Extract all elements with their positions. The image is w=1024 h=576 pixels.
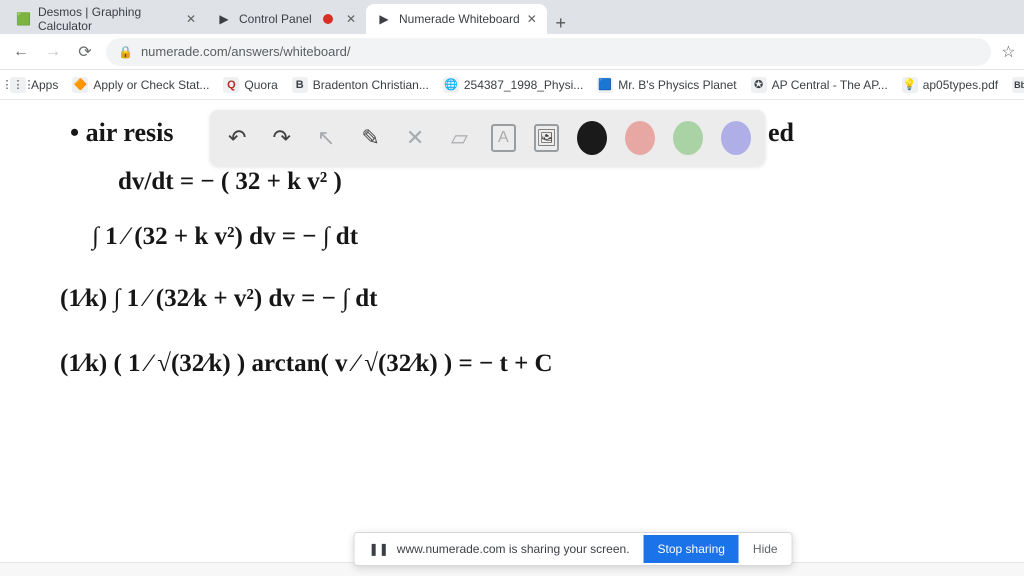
bookmark-favicon: 🌐 [443,77,459,93]
close-icon[interactable]: ✕ [186,12,196,26]
tab-numerade-whiteboard[interactable]: ▶ Numerade Whiteboard ✕ [366,4,547,34]
color-green[interactable] [673,121,703,155]
bookmark-item[interactable]: 🌐254387_1998_Physi... [443,77,583,93]
close-icon[interactable]: ✕ [527,12,537,26]
tab-control-panel[interactable]: ▶ Control Panel ✕ [206,4,366,34]
bookmark-item[interactable]: Bbap review 1.pdf [1012,77,1024,93]
tab-title: Desmos | Graphing Calculator [38,5,179,33]
stop-sharing-button[interactable]: Stop sharing [644,535,739,563]
tab-title: Numerade Whiteboard [399,12,520,26]
forward-button[interactable]: → [42,43,64,61]
tab-desmos[interactable]: 🟩 Desmos | Graphing Calculator ✕ [6,4,206,34]
bookmark-apps[interactable]: ⋮⋮⋮Apps [10,77,58,93]
tab-favicon: ▶ [216,11,232,27]
bookmark-favicon: Q [223,77,239,93]
address-bar[interactable]: 🔒 numerade.com/answers/whiteboard/ [106,38,991,66]
redo-button[interactable]: ↷ [268,123,294,153]
pause-icon: ❚❚ [369,542,389,556]
close-icon[interactable]: ✕ [346,12,356,26]
bookmark-favicon: 🟦 [597,77,613,93]
browser-tab-strip: 🟩 Desmos | Graphing Calculator ✕ ▶ Contr… [0,0,1024,34]
recording-indicator-icon [323,14,333,24]
lock-icon: 🔒 [118,45,133,59]
pointer-tool[interactable]: ↖ [313,123,339,153]
bookmark-favicon: Bb [1012,77,1024,93]
handwriting-line: ∫ 1 ⁄ (32 + k v²) dv = − ∫ dt [92,223,358,251]
eraser-tool[interactable]: ▱ [446,123,472,153]
bookmark-favicon: 🔶 [72,77,88,93]
screen-share-bar: ❚❚ www.numerade.com is sharing your scree… [354,532,793,566]
color-blue[interactable] [721,121,751,155]
handwriting-line: dv/dt = − ( 32 + k v² ) [118,168,342,196]
shapes-tool[interactable]: ✕ [402,123,428,153]
bookmark-item[interactable]: ✪AP Central - The AP... [751,77,888,93]
whiteboard-toolbar: ↶ ↷ ↖ ✎ ✕ ▱ A 🖼 [210,110,765,166]
bookmark-favicon: 💡 [902,77,918,93]
apps-icon: ⋮⋮⋮ [10,77,26,93]
handwriting-line: • air resis [70,118,173,148]
handwriting-line: (1⁄k) ∫ 1 ⁄ (32⁄k + v²) dv = − ∫ dt [60,285,377,313]
tab-favicon: 🟩 [16,11,31,27]
handwriting-line: ed [768,118,794,148]
bookmark-item[interactable]: BBradenton Christian... [292,77,429,93]
color-black[interactable] [577,121,607,155]
new-tab-button[interactable]: + [547,13,575,34]
tab-favicon: ▶ [376,11,392,27]
bookmark-item[interactable]: 💡ap05types.pdf [902,77,998,93]
handwriting-line: (1⁄k) ( 1 ⁄ √(32⁄k) ) arctan( v ⁄ √(32⁄k… [60,350,553,378]
pen-tool[interactable]: ✎ [357,123,383,153]
share-message: www.numerade.com is sharing your screen. [397,542,630,556]
bookmark-item[interactable]: QQuora [223,77,277,93]
bookmarks-bar: ⋮⋮⋮Apps 🔶Apply or Check Stat... QQuora B… [0,70,1024,100]
bookmark-favicon: B [292,77,308,93]
browser-toolbar: ← → ⟳ 🔒 numerade.com/answers/whiteboard/… [0,34,1024,70]
bookmark-star-icon[interactable]: ☆ [1001,42,1015,62]
bookmark-item[interactable]: 🔶Apply or Check Stat... [72,77,209,93]
url-text: numerade.com/answers/whiteboard/ [141,44,351,59]
color-red[interactable] [625,121,655,155]
text-tool[interactable]: A [491,124,516,152]
back-button[interactable]: ← [10,43,32,61]
page-content: ▴ ↶ ↷ ↖ ✎ ✕ ▱ A 🖼 • air resis ed dv/dt =… [0,100,1024,576]
image-tool[interactable]: 🖼 [534,124,559,152]
bookmark-favicon: ✪ [751,77,767,93]
undo-button[interactable]: ↶ [224,123,250,153]
tab-title: Control Panel [239,12,312,26]
reload-button[interactable]: ⟳ [74,42,96,62]
hide-share-bar-button[interactable]: Hide [739,542,792,556]
bookmark-item[interactable]: 🟦Mr. B's Physics Planet [597,77,736,93]
